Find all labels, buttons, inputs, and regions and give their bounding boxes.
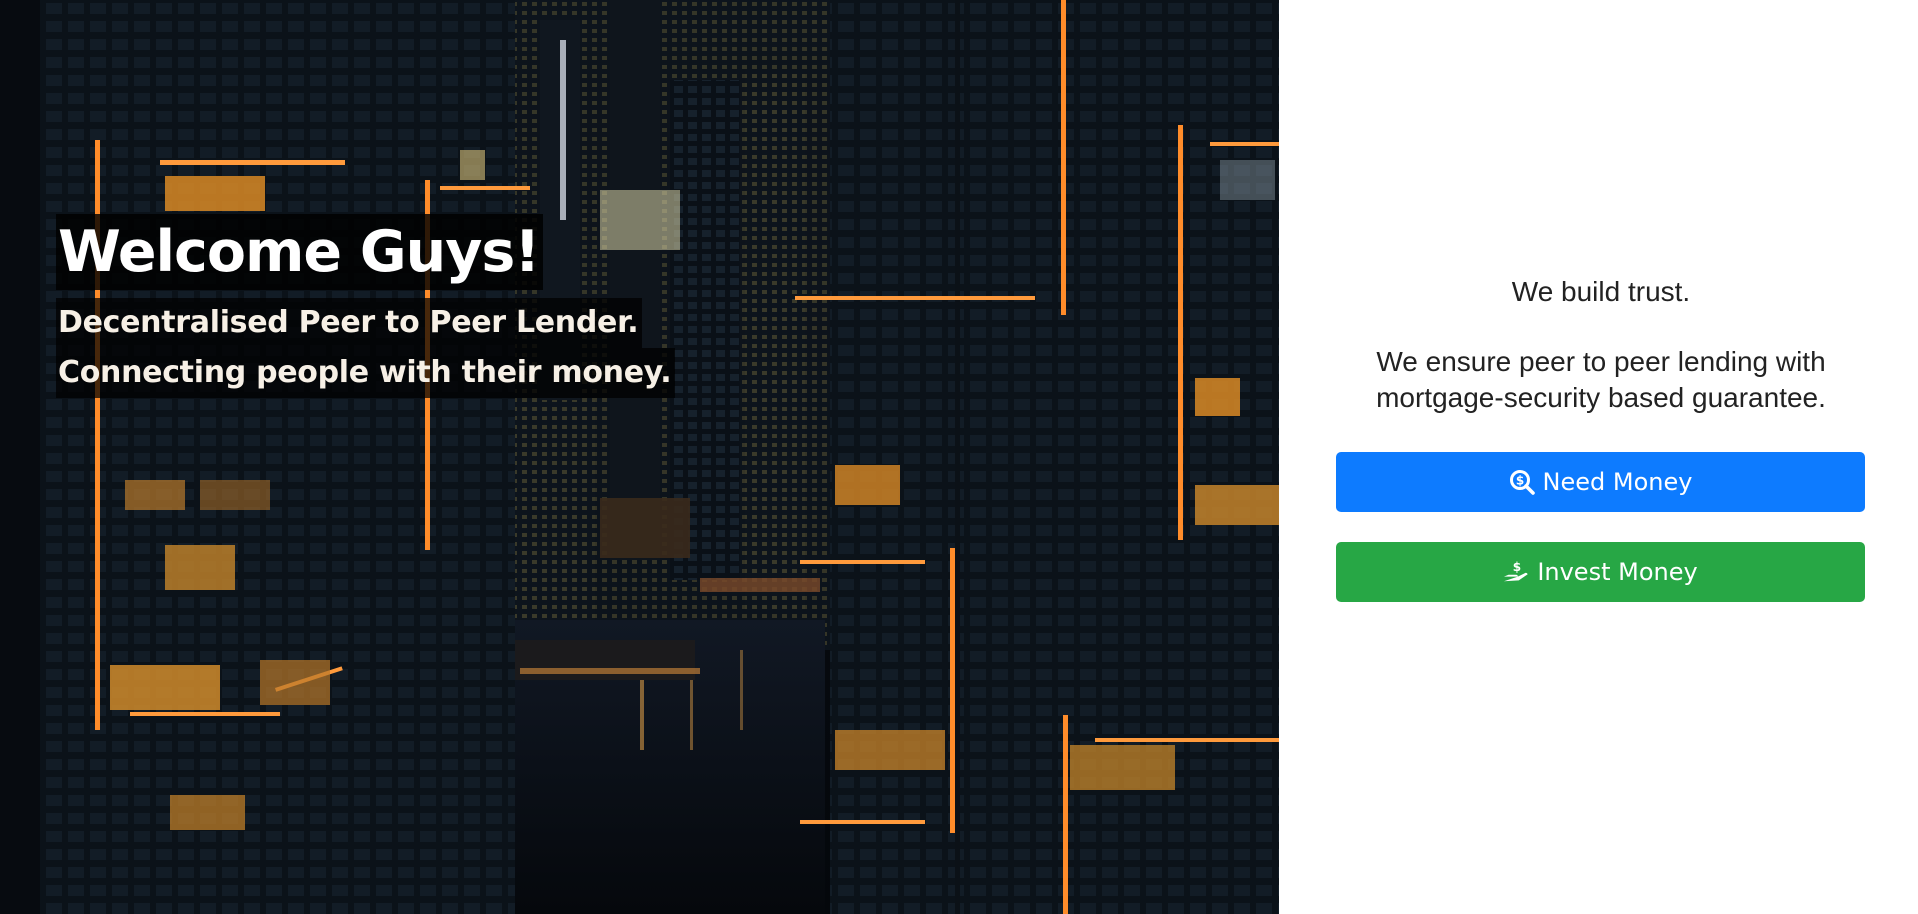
hero-text-block: Welcome Guys! Decentralised Peer to Peer… bbox=[56, 214, 676, 398]
hero-title: Welcome Guys! bbox=[56, 214, 544, 290]
hero-subtitle-line1: Decentralised Peer to Peer Lender. bbox=[56, 298, 643, 348]
hero-subtitle-line2: Connecting people with their money. bbox=[56, 348, 676, 398]
hand-holding-usd-icon: $ bbox=[1503, 559, 1529, 585]
hero-section: Welcome Guys! Decentralised Peer to Peer… bbox=[0, 0, 1279, 914]
invest-money-label: Invest Money bbox=[1537, 558, 1698, 586]
landing-page: Welcome Guys! Decentralised Peer to Peer… bbox=[0, 0, 1918, 914]
svg-text:$: $ bbox=[1515, 474, 1523, 488]
svg-text:$: $ bbox=[1513, 560, 1521, 574]
need-money-label: Need Money bbox=[1542, 468, 1693, 496]
trust-text: We build trust. bbox=[1511, 276, 1691, 307]
action-panel: We build trust. We ensure peer to peer l… bbox=[1279, 0, 1918, 914]
search-dollar-icon: $ bbox=[1509, 469, 1535, 495]
city-night-background bbox=[0, 0, 1279, 914]
ensure-text: We ensure peer to peer lending with mort… bbox=[1376, 346, 1826, 413]
need-money-button[interactable]: $ Need Money bbox=[1336, 452, 1865, 512]
invest-money-button[interactable]: $ Invest Money bbox=[1336, 542, 1865, 602]
